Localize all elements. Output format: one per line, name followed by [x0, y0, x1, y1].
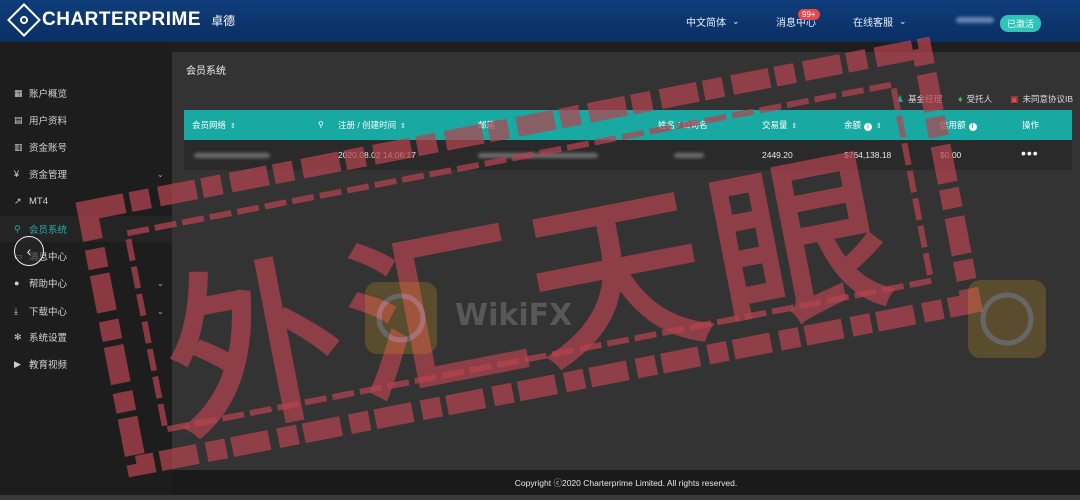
search-icon[interactable]: ⚲ [318, 110, 324, 140]
brand-logo[interactable]: CHARTERPRIME 卓德 [7, 3, 236, 37]
sidebar-item-download-center[interactable]: ⤓ 下载中心 ⌄ [0, 298, 172, 324]
unagreed-ib-legend[interactable]: ▣ 未同意协议IB [1010, 92, 1073, 106]
more-actions-icon[interactable]: ••• [1021, 140, 1039, 166]
ledger-icon: ▥ [14, 141, 23, 152]
column-header-label: 注册 / 创建时间 [338, 120, 397, 130]
sidebar-item-label: 系统设置 [29, 333, 68, 344]
online-support-label: 在线客服 [853, 17, 893, 29]
fund-manager-label: 基金经理 [908, 94, 943, 104]
cell-credit: $0.00 [940, 150, 962, 160]
sidebar-item-label: 会员系统 [29, 225, 68, 236]
column-header-label: 信用额 [940, 120, 966, 130]
sidebar-item-mt4[interactable]: ↗ MT4 [0, 188, 172, 214]
message-center-link[interactable]: 消息中心 [776, 0, 816, 42]
sidebar-item-fund-account[interactable]: ▥ 资金账号 [0, 134, 172, 160]
column-header-label: 会员网络 [192, 120, 227, 130]
column-header-email[interactable]: 邮箱 [478, 110, 495, 140]
download-icon: ⤓ [14, 305, 18, 316]
sort-icon: ⇕ [400, 123, 406, 130]
column-header-label: 操作 [1022, 120, 1040, 130]
fund-manager-legend[interactable]: ♟ 基金经理 [896, 92, 942, 106]
page-title: 会员系统 [186, 66, 226, 77]
sidebar-item-label: 教育视频 [29, 360, 68, 371]
document-icon: ▣ [1010, 93, 1019, 104]
sidebar-item-label: 帮助中心 [29, 279, 68, 290]
brand-name: CHARTERPRIME [42, 9, 202, 30]
chart-icon: ↗ [14, 195, 22, 206]
settings-icon: ✻ [14, 331, 22, 342]
sidebar-item-education-video[interactable]: ▶ 教育视频 [0, 351, 172, 377]
video-icon: ▶ [14, 358, 21, 369]
chevron-left-icon: ‹ [26, 243, 32, 259]
sidebar-item-help-center[interactable]: ● 帮助中心 ⌄ [0, 270, 172, 296]
column-header-name[interactable]: 姓名 / 公司名 [658, 110, 708, 140]
column-header-label: 交易量 [762, 120, 788, 130]
column-header-label: 姓名 / 公司名 [658, 120, 708, 130]
column-header-volume[interactable]: 交易量 ⇕ [762, 110, 797, 140]
cell-balance: $764,138.18 [844, 150, 892, 160]
sort-icon: ⇕ [791, 123, 798, 130]
cell-volume: 2449.20 [762, 150, 793, 160]
sidebar-item-system-settings[interactable]: ✻ 系统设置 [0, 324, 172, 350]
member-network-redacted [194, 153, 270, 158]
logo-mark-icon [7, 3, 41, 37]
table-row[interactable]: 2020.08.02 14:06:17 2449.20 $764,138.18 … [184, 140, 1072, 170]
sidebar-item-label: 下载中心 [29, 307, 68, 318]
sidebar-item-label: 资金账号 [29, 143, 68, 154]
online-support-menu[interactable]: 在线客服 ⌄ [853, 0, 907, 42]
info-icon: i [864, 123, 873, 131]
column-header-label: 余额 [844, 120, 862, 130]
person-icon: ♟ [896, 93, 905, 104]
trustee-legend[interactable]: ♦ 受托人 [958, 92, 992, 106]
sidebar-item-label: 资金管理 [29, 170, 68, 181]
unagreed-ib-label: 未同意协议IB [1022, 94, 1074, 104]
chevron-down-icon: ⌄ [157, 278, 164, 288]
grid-icon: ▦ [14, 87, 23, 98]
sidebar-item-label: 用户资料 [29, 116, 68, 127]
email-redacted [478, 153, 598, 158]
sort-icon: ⇕ [876, 123, 882, 130]
cell-reg-time: 2020.08.02 14:06:17 [338, 150, 416, 160]
top-bar: CHARTERPRIME 卓德 中文简体 ⌄ 消息中心 99+ 在线客服 ⌄ 已… [0, 0, 1080, 42]
bottom-strip [0, 495, 1080, 500]
column-header-actions: 操作 [1022, 110, 1039, 140]
chevron-down-icon: ⌄ [899, 15, 907, 26]
sidebar-item-account-overview[interactable]: ▦ 账户概览 [0, 80, 172, 106]
help-icon: ● [14, 277, 20, 288]
tree-icon: ⚲ [14, 223, 21, 234]
language-selector[interactable]: 中文简体 ⌄ [686, 0, 740, 42]
username-redacted[interactable] [956, 17, 994, 23]
column-header-reg-time[interactable]: 注册 / 创建时间 ⇕ [338, 110, 406, 140]
brand-name-cn: 卓德 [211, 13, 236, 28]
main-panel: 会员系统 ♟ 基金经理 ♦ 受托人 ▣ 未同意协议IB 会员网络 ⇕ ⚲ 注册 /… [172, 52, 1080, 470]
sidebar-item-user-profile[interactable]: ▤ 用户资料 [0, 107, 172, 133]
sidebar-item-fund-management[interactable]: ¥ 资金管理 ⌄ [0, 161, 172, 187]
sidebar-item-label: 账户概览 [29, 89, 68, 100]
column-header-balance[interactable]: 余额 i ⇕ [844, 110, 882, 140]
sidebar: ▦ 账户概览 ▤ 用户资料 ▥ 资金账号 ¥ 资金管理 ⌄ ↗ MT4 ⚲ 会员… [0, 42, 172, 500]
language-label: 中文简体 [686, 17, 726, 29]
profile-icon: ▤ [14, 114, 23, 125]
status-badge: 已激活 [1000, 15, 1042, 32]
name-redacted [674, 153, 704, 158]
sidebar-item-label: MT4 [29, 195, 48, 207]
chevron-down-icon: ⌄ [157, 169, 164, 179]
money-icon: ¥ [14, 168, 20, 179]
chevron-down-icon: ⌄ [732, 15, 740, 26]
footer: Copyright ⓒ2020 Charterprime Limited. Al… [172, 470, 1080, 496]
copyright-text: Copyright ⓒ2020 Charterprime Limited. Al… [514, 478, 738, 488]
sort-icon: ⇕ [230, 123, 236, 130]
column-header-member-network[interactable]: 会员网络 ⇕ [192, 110, 236, 140]
back-button[interactable]: ‹ [14, 236, 44, 266]
message-count-badge: 99+ [798, 9, 820, 20]
table-header: 会员网络 ⇕ ⚲ 注册 / 创建时间 ⇕ 邮箱 姓名 / 公司名 交易量 ⇕ 余额 i ⇕… [184, 110, 1072, 140]
column-header-credit[interactable]: 信用额 i [940, 110, 977, 140]
chevron-down-icon: ⌄ [157, 306, 164, 316]
trustee-label: 受托人 [966, 94, 993, 104]
leaf-icon: ♦ [958, 94, 963, 104]
column-header-label: 邮箱 [478, 120, 496, 130]
info-icon: i [968, 123, 977, 131]
